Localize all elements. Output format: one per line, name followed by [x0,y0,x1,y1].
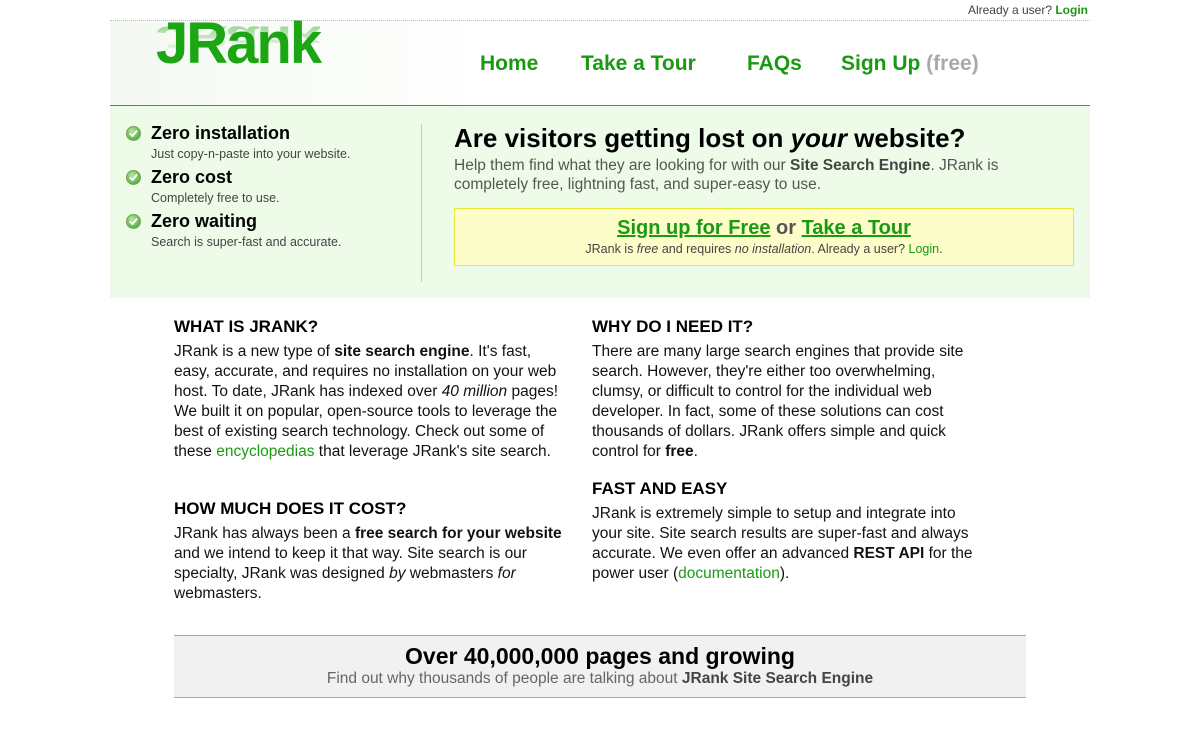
check-circle-icon [126,126,141,141]
stats-subtext: Find out why thousands of people are tal… [174,670,1026,688]
text: that leverage JRank's site search. [314,443,551,460]
feature-title: Zero installation [151,123,291,143]
bold-text: free [665,443,694,460]
section-body: There are many large search engines that… [592,342,982,462]
text: webmasters [405,565,498,582]
bold-text: site search engine [334,343,470,360]
text: ). [779,565,790,582]
cta-note-free: free [636,242,659,256]
cta-box: Sign up for Free or Take a Tour JRank is… [454,208,1074,266]
logo-text: JRank [156,11,322,76]
section-title: WHAT IS JRANK? [174,317,319,336]
section-cost: HOW MUCH DOES IT COST? JRank has always … [174,498,564,604]
hero-headline-em: your [790,123,847,153]
section-title: HOW MUCH DOES IT COST? [174,499,407,518]
italic-text: for [497,565,516,582]
cta-note-3: . Already a user? [811,242,909,256]
take-tour-link[interactable]: Take a Tour [802,217,911,239]
encyclopedias-link[interactable]: encyclopedias [216,443,314,460]
bold-text: REST API [853,545,925,562]
hero-headline-post: website? [846,123,966,153]
italic-text: 40 million [441,383,508,400]
check-circle-icon [126,170,141,185]
feature-title: Zero waiting [151,211,258,231]
bold-text: free search for your website [354,525,562,542]
nav-take-a-tour[interactable]: Take a Tour [581,52,696,76]
cta-note-1: JRank is [585,242,637,256]
cta-note-4: . [939,242,943,256]
hero-sub-bold: Site Search Engine [790,157,931,174]
cta-note: JRank is free and requires no installati… [455,242,1073,256]
signup-free-link[interactable]: Sign up for Free [617,217,770,239]
hero-subtext: Help them find what they are looking for… [454,156,1034,194]
stats-headline: Over 40,000,000 pages and growing [405,643,795,669]
nav-sign-up-free: (free) [926,52,979,75]
nav-sign-up-label: Sign Up [841,52,921,75]
already-user-text: Already a user? [967,3,1052,17]
text: . [693,443,698,460]
nav-home[interactable]: Home [480,52,538,76]
section-title: WHY DO I NEED IT? [592,317,754,336]
top-login-link[interactable]: Login [1055,3,1088,17]
cta-note-noinst: no installation [734,242,812,256]
nav-sign-up[interactable]: Sign Up (free) [841,52,979,76]
section-what-is-jrank: WHAT IS JRANK? JRank is a new type of si… [174,316,564,462]
stats-sub-pre: Find out why thousands of people are tal… [326,670,682,687]
text: JRank is a new type of [174,343,335,360]
check-circle-icon [126,214,141,229]
documentation-link[interactable]: documentation [678,565,780,582]
text: webmasters. [174,585,262,602]
logo-area: JRank JRank [110,15,460,105]
hero-panel: Zero installation Just copy-n-paste into… [110,105,1090,298]
hero-headline-pre: Are visitors getting lost on [454,123,791,153]
section-body: JRank is a new type of site search engin… [174,342,564,462]
italic-text: by [389,565,406,582]
section-title: FAST AND EASY [592,479,728,498]
cta-login-link[interactable]: Login [909,242,940,256]
login-prompt: Already a user? Login [968,3,1088,17]
cta-links: Sign up for Free or Take a Tour [455,217,1073,240]
cta-note-2: and requires [658,242,735,256]
feature-subtitle: Just copy-n-paste into your website. [151,147,351,161]
text: There are many large search engines that… [592,343,964,460]
feature-title: Zero cost [151,167,233,187]
section-body: JRank has always been a free search for … [174,524,564,604]
hero-headline: Are visitors getting lost on your websit… [454,123,965,154]
stats-banner: Over 40,000,000 pages and growing Find o… [174,635,1026,698]
stats-sub-bold: JRank Site Search Engine [681,670,874,687]
hero-sub-pre: Help them find what they are looking for… [454,157,791,174]
section-body: JRank is extremely simple to setup and i… [592,504,982,584]
section-fast-easy: FAST AND EASY JRank is extremely simple … [592,478,982,584]
jrank-logo[interactable]: JRank JRank [156,15,332,101]
hero-divider [421,124,422,282]
section-why-need: WHY DO I NEED IT? There are many large s… [592,316,982,462]
feature-subtitle: Search is super-fast and accurate. [151,235,342,249]
nav-faqs[interactable]: FAQs [747,52,802,76]
feature-subtitle: Completely free to use. [151,191,280,205]
text: JRank has always been a [174,525,355,542]
cta-or: or [776,217,797,239]
